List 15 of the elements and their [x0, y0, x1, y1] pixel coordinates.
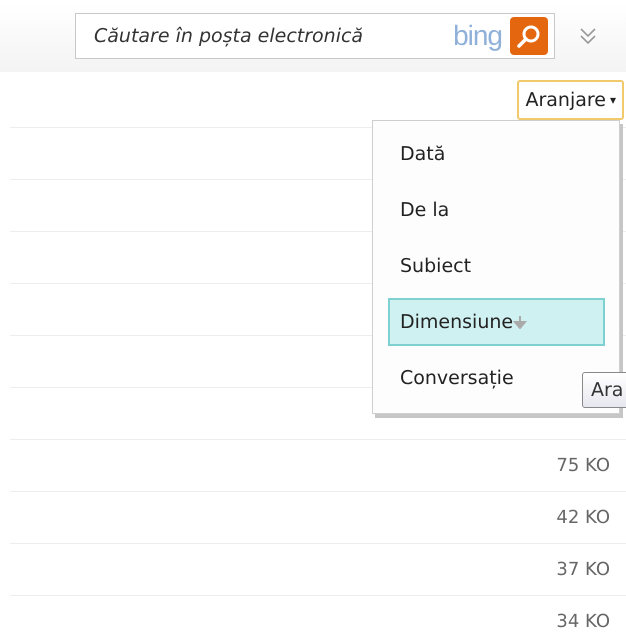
message-size: 75 KO — [556, 455, 610, 476]
sort-button[interactable]: Aranjare ▾ — [517, 80, 624, 120]
search-logo: bing — [453, 20, 502, 52]
menu-item[interactable]: Dată — [388, 130, 605, 178]
double-chevron-icon[interactable] — [579, 26, 597, 46]
menu-item[interactable]: Dimensiune — [388, 298, 605, 346]
search-button[interactable] — [510, 17, 548, 55]
down-arrow-icon — [513, 315, 528, 329]
menu-item[interactable]: Subiect — [388, 242, 605, 290]
menu-item[interactable]: De la — [388, 186, 605, 234]
tooltip: Ara — [582, 372, 626, 408]
message-size: 42 KO — [556, 507, 610, 528]
message-size: 37 KO — [556, 559, 610, 580]
search-icon — [516, 23, 542, 49]
message-size: 34 KO — [556, 611, 610, 632]
